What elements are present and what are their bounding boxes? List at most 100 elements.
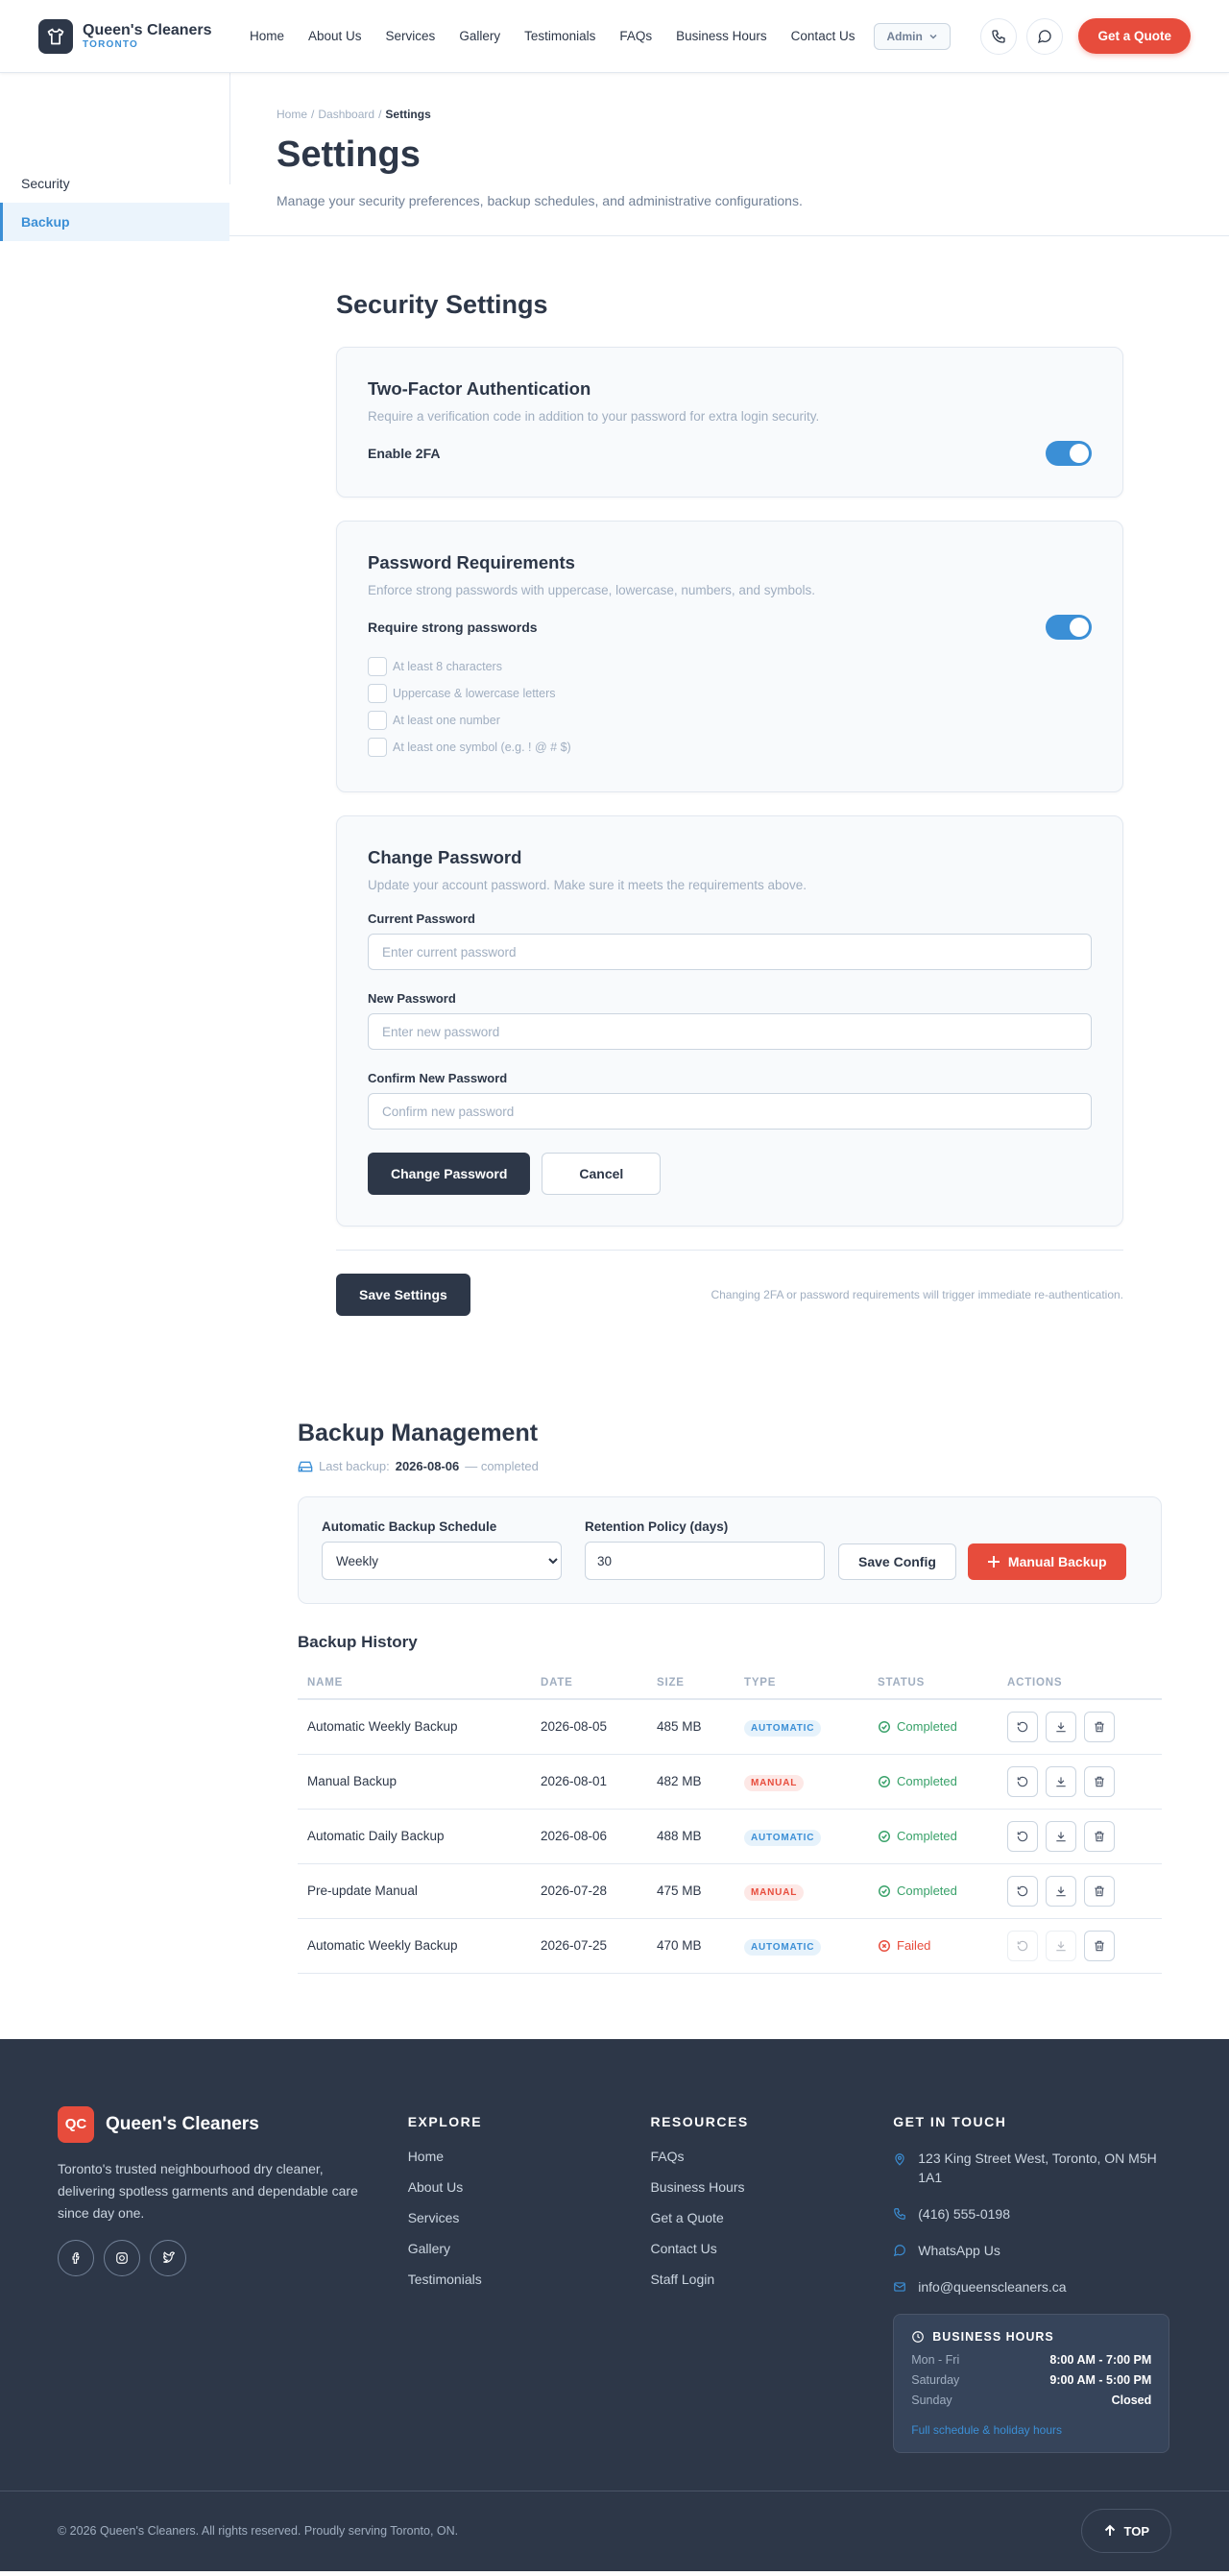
cell-size: 488 MB bbox=[647, 1809, 735, 1864]
trash-icon bbox=[1095, 1940, 1104, 1951]
footer-link[interactable]: Services bbox=[408, 2210, 651, 2225]
cell-date: 2026-07-28 bbox=[531, 1863, 647, 1919]
cell-date: 2026-08-01 bbox=[531, 1754, 647, 1810]
col-status: STATUS bbox=[868, 1667, 998, 1700]
change-password-title: Change Password bbox=[368, 847, 522, 867]
download-button[interactable] bbox=[1046, 1820, 1076, 1852]
restore-button[interactable] bbox=[1007, 1765, 1038, 1797]
table-row: Automatic Daily Backup 2026-08-06 488 MB AU… bbox=[298, 1809, 1162, 1864]
sidebar-item-backup[interactable]: Backup bbox=[0, 203, 229, 241]
delete-button[interactable] bbox=[1084, 1765, 1115, 1797]
delete-button[interactable] bbox=[1084, 1820, 1115, 1852]
twitter-button[interactable] bbox=[150, 2239, 186, 2276]
retention-input[interactable] bbox=[585, 1542, 825, 1580]
x-circle-icon bbox=[879, 1939, 890, 1952]
table-header-row: NAME DATE SIZE TYPE STATUS ACTIONS bbox=[298, 1667, 1162, 1700]
download-icon bbox=[1056, 1940, 1066, 1951]
cell-size: 475 MB bbox=[647, 1863, 735, 1919]
arrow-up-icon bbox=[1104, 2524, 1115, 2536]
delete-button[interactable] bbox=[1084, 1875, 1115, 1907]
download-button[interactable] bbox=[1046, 1765, 1076, 1797]
manual-backup-button[interactable]: Manual Backup bbox=[967, 1543, 1126, 1580]
get-quote-button[interactable]: Get a Quote bbox=[1078, 18, 1191, 54]
nav-home[interactable]: Home bbox=[250, 29, 284, 43]
nav-services[interactable]: Services bbox=[386, 29, 436, 43]
breadcrumb-dashboard[interactable]: Dashboard bbox=[318, 108, 374, 121]
cell-type: AUTOMATIC bbox=[735, 1699, 868, 1755]
hours-row: Mon - Fri 8:00 AM - 7:00 PM bbox=[911, 2353, 1151, 2373]
schedule-select[interactable]: Weekly bbox=[322, 1542, 562, 1580]
nav-contact[interactable]: Contact Us bbox=[791, 29, 855, 43]
restore-button[interactable] bbox=[1007, 1875, 1038, 1907]
footer-email[interactable]: info@queenscleaners.ca bbox=[893, 2277, 1171, 2297]
twofa-toggle[interactable] bbox=[1046, 441, 1092, 466]
requirement-checkbox[interactable] bbox=[368, 738, 387, 757]
download-button[interactable] bbox=[1046, 1711, 1076, 1742]
save-settings-button[interactable]: Save Settings bbox=[336, 1274, 470, 1316]
strong-password-toggle[interactable] bbox=[1046, 615, 1092, 640]
restore-button[interactable] bbox=[1007, 1930, 1038, 1961]
footer-link[interactable]: FAQs bbox=[650, 2149, 893, 2164]
download-button[interactable] bbox=[1046, 1875, 1076, 1907]
cell-type: AUTOMATIC bbox=[735, 1918, 868, 1974]
cell-date: 2026-07-25 bbox=[531, 1918, 647, 1974]
requirement-checkbox[interactable] bbox=[368, 657, 387, 676]
settings-header-area: Security Backup Home / Dashboard / Setting… bbox=[0, 73, 1229, 241]
full-schedule-link[interactable]: Full schedule & holiday hours bbox=[911, 2423, 1151, 2437]
chat-button[interactable] bbox=[1026, 17, 1064, 55]
brand[interactable]: Queen's Cleaners TORONTO bbox=[38, 18, 250, 54]
requirement-checkbox[interactable] bbox=[368, 684, 387, 703]
restore-button[interactable] bbox=[1007, 1711, 1038, 1742]
footer-link[interactable]: Testimonials bbox=[408, 2272, 651, 2287]
phone-icon bbox=[894, 2207, 906, 2220]
download-button[interactable] bbox=[1046, 1930, 1076, 1961]
phone-button[interactable] bbox=[980, 17, 1018, 55]
table-row: Pre-update Manual 2026-07-28 475 MB MANUAL C… bbox=[298, 1863, 1162, 1919]
cancel-button[interactable]: Cancel bbox=[542, 1153, 662, 1195]
footer-phone[interactable]: (416) 555-0198 bbox=[893, 2204, 1171, 2224]
check-circle-icon bbox=[879, 1720, 890, 1733]
restore-button[interactable] bbox=[1007, 1820, 1038, 1852]
col-name: NAME bbox=[298, 1667, 531, 1700]
check-circle-icon bbox=[879, 1830, 890, 1842]
save-config-button[interactable]: Save Config bbox=[838, 1543, 956, 1580]
change-password-button[interactable]: Change Password bbox=[368, 1153, 531, 1195]
footer-link[interactable]: Home bbox=[408, 2149, 651, 2164]
footer-whatsapp[interactable]: WhatsApp Us bbox=[893, 2241, 1171, 2260]
instagram-button[interactable] bbox=[104, 2239, 140, 2276]
nav-business-hours[interactable]: Business Hours bbox=[676, 29, 767, 43]
status-badge: Completed bbox=[878, 1719, 988, 1734]
delete-button[interactable] bbox=[1084, 1711, 1115, 1742]
sidebar-item-security[interactable]: Security bbox=[0, 164, 229, 203]
requirement-checkbox[interactable] bbox=[368, 711, 387, 730]
new-password-input[interactable] bbox=[368, 1013, 1092, 1050]
footer-link[interactable]: About Us bbox=[408, 2179, 651, 2195]
nav-faqs[interactable]: FAQs bbox=[619, 29, 652, 43]
last-backup-info: Last backup: 2026-08-06 — completed bbox=[298, 1459, 1162, 1473]
footer-link[interactable]: Contact Us bbox=[650, 2241, 893, 2256]
nav-testimonials[interactable]: Testimonials bbox=[524, 29, 595, 43]
nav-about[interactable]: About Us bbox=[308, 29, 362, 43]
breadcrumb-home[interactable]: Home bbox=[277, 108, 307, 121]
footer-link[interactable]: Business Hours bbox=[650, 2179, 893, 2195]
footer-address[interactable]: 123 King Street West, Toronto, ON M5H 1A… bbox=[893, 2149, 1171, 2187]
back-to-top-button[interactable]: TOP bbox=[1080, 2509, 1171, 2553]
password-req-title: Password Requirements bbox=[368, 552, 575, 572]
cell-type: MANUAL bbox=[735, 1863, 868, 1919]
current-password-input[interactable] bbox=[368, 934, 1092, 970]
cell-name: Automatic Weekly Backup bbox=[298, 1699, 531, 1755]
footer-brand-name: Queen's Cleaners bbox=[106, 2113, 259, 2134]
cell-status: Failed bbox=[868, 1918, 998, 1974]
footer-link[interactable]: Gallery bbox=[408, 2241, 651, 2256]
footer-link[interactable]: Staff Login bbox=[650, 2272, 893, 2287]
check-circle-icon bbox=[879, 1775, 890, 1787]
footer-link[interactable]: Get a Quote bbox=[650, 2210, 893, 2225]
delete-button[interactable] bbox=[1084, 1930, 1115, 1961]
admin-dropdown[interactable]: Admin bbox=[874, 22, 951, 50]
confirm-password-input[interactable] bbox=[368, 1093, 1092, 1130]
nav-gallery[interactable]: Gallery bbox=[459, 29, 500, 43]
footer-tagline: Toronto's trusted neighbourhood dry clea… bbox=[58, 2160, 358, 2221]
col-date: DATE bbox=[531, 1667, 647, 1700]
facebook-button[interactable] bbox=[58, 2239, 94, 2276]
cell-status: Completed bbox=[868, 1809, 998, 1864]
